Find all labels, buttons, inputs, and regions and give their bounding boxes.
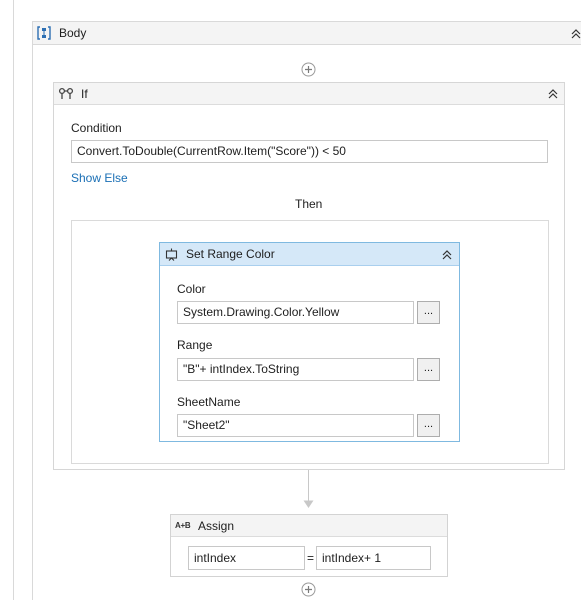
color-input[interactable]: System.Drawing.Color.Yellow [177,301,414,324]
flow-connector-line [308,470,309,503]
then-label: Then [295,197,323,211]
assign-equals-sign: = [307,551,315,565]
assign-to-input[interactable]: intIndex [188,546,305,570]
collapse-chevron-icon[interactable] [546,87,560,101]
assign-header: A+B Assign [171,515,447,537]
assign-title: Assign [198,519,235,533]
range-input[interactable]: "B"+ intIndex.ToString [177,358,414,381]
body-title: Body [59,26,87,40]
add-activity-plus-icon[interactable] [301,582,316,597]
assign-activity[interactable]: A+B Assign intIndex = intIndex+ 1 [170,514,448,577]
then-branch: Set Range Color Color System.Drawing.Col… [71,220,549,464]
condition-label: Condition [71,121,122,135]
excel-activity-icon [165,248,178,261]
sheetname-label: SheetName [177,395,241,409]
body-sequence-header[interactable]: Body [32,21,581,45]
add-activity-plus-icon[interactable] [301,62,316,77]
range-label: Range [177,338,213,352]
flow-arrow-icon [303,500,314,508]
condition-input[interactable]: Convert.ToDouble(CurrentRow.Item("Score"… [71,140,548,163]
canvas-guide-outer [13,0,14,600]
collapse-chevron-icon[interactable] [569,27,581,41]
set-range-color-title: Set Range Color [186,247,275,261]
assign-icon: A+B [175,521,191,530]
color-browse-button[interactable]: ... [417,301,440,324]
if-title: If [81,87,88,101]
if-header: If [54,83,564,105]
show-else-link[interactable]: Show Else [71,171,128,185]
if-icon [58,87,74,99]
assign-value-input[interactable]: intIndex+ 1 [316,546,431,570]
collapse-chevron-icon[interactable] [440,248,454,262]
canvas-guide-inner [32,44,33,600]
set-range-color-activity[interactable]: Set Range Color Color System.Drawing.Col… [159,242,460,442]
range-browse-button[interactable]: ... [417,358,440,381]
set-range-color-header: Set Range Color [160,243,459,266]
color-label: Color [177,282,206,296]
sheetname-input[interactable]: "Sheet2" [177,414,414,437]
sheetname-browse-button[interactable]: ... [417,414,440,437]
sequence-icon [37,26,51,40]
if-activity[interactable]: If Condition Convert.ToDouble(CurrentRow… [53,82,565,470]
